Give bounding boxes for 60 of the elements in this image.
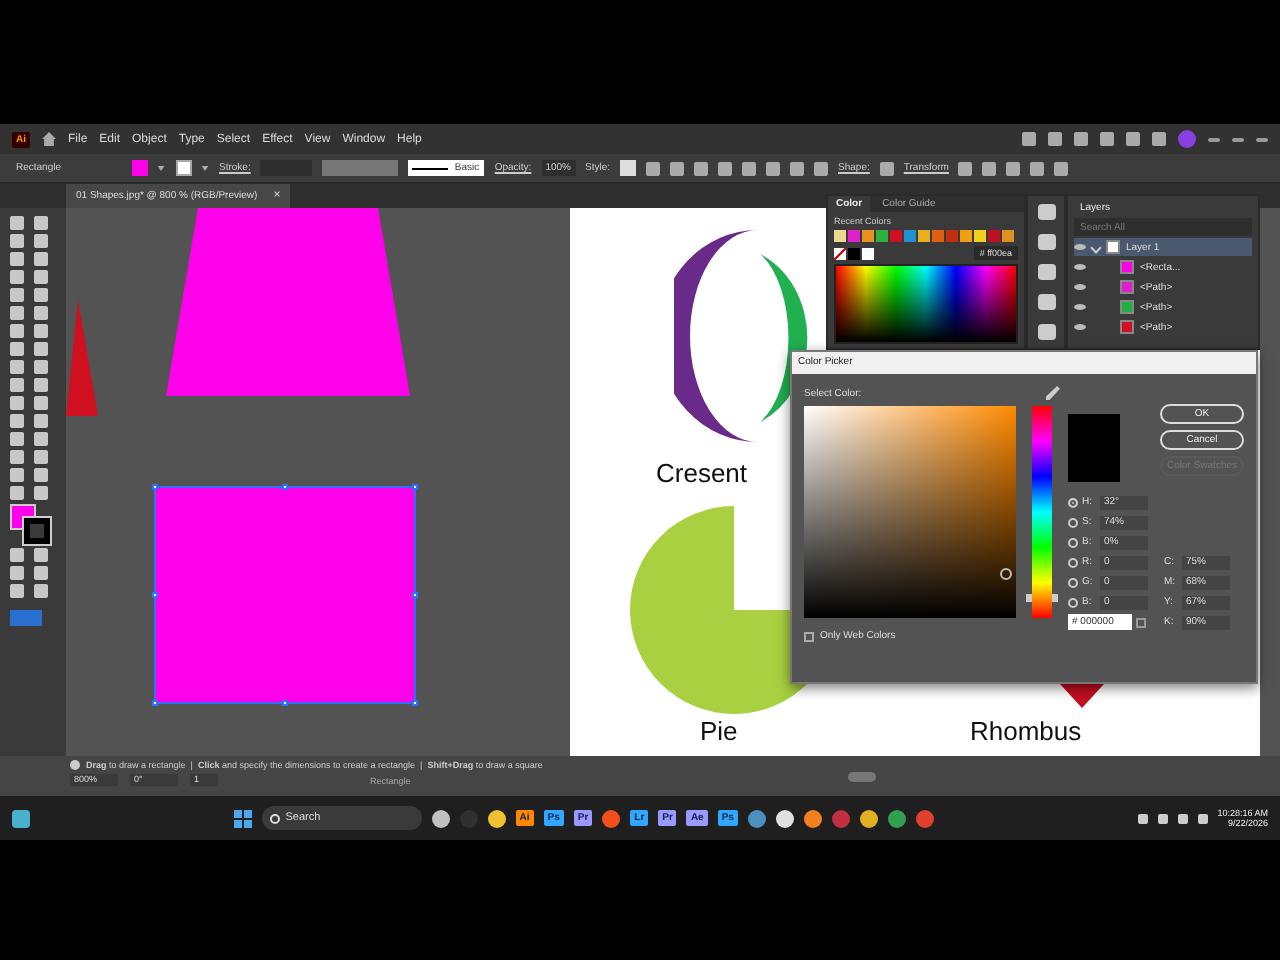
color-swatch[interactable] (918, 230, 930, 242)
radio-button[interactable] (1068, 557, 1078, 567)
checkbox[interactable] (804, 631, 814, 641)
radio-button[interactable] (1068, 537, 1078, 547)
color-swatch[interactable] (904, 230, 916, 242)
color-swatch[interactable] (1002, 230, 1014, 242)
copy-icon[interactable] (1136, 617, 1146, 627)
caret-icon[interactable] (157, 165, 166, 171)
scrollbar-thumb[interactable] (848, 772, 876, 782)
app-icon[interactable] (431, 809, 450, 827)
color-swatch[interactable] (974, 230, 986, 242)
eye-icon[interactable] (1074, 264, 1086, 270)
eye-icon[interactable] (1074, 304, 1086, 310)
variable-width-field[interactable] (322, 160, 399, 176)
brush-line-icon (412, 167, 449, 169)
color-swatch[interactable] (946, 230, 958, 242)
radio-button[interactable] (1068, 517, 1078, 527)
app-icon[interactable] (487, 809, 506, 827)
help-icon[interactable] (70, 760, 80, 770)
color-spectrum[interactable] (834, 264, 1018, 344)
weather-icon[interactable] (12, 809, 30, 827)
color-swatch[interactable] (932, 230, 944, 242)
triangle-shape (66, 300, 98, 416)
stroke-swatch[interactable] (175, 160, 192, 176)
color-swatch[interactable] (890, 230, 902, 242)
color-swatch[interactable] (862, 247, 874, 259)
color-swatch[interactable] (848, 247, 860, 259)
color-swatch[interactable] (848, 230, 860, 242)
color-swatch[interactable] (960, 230, 972, 242)
none-swatch[interactable] (834, 247, 846, 259)
radio-button[interactable] (1068, 597, 1078, 607)
color-swatch[interactable] (988, 230, 1000, 242)
layer-thumbnail (1106, 240, 1120, 254)
app-icon[interactable] (859, 809, 878, 827)
minimize-icon[interactable] (1208, 137, 1220, 141)
radio-button[interactable] (1068, 497, 1078, 507)
shape-label: Cresent (656, 458, 748, 488)
start-icon[interactable] (233, 809, 252, 827)
avatar-icon[interactable] (1178, 130, 1196, 148)
shape-label: Pie (700, 716, 738, 746)
color-preview (1068, 414, 1120, 482)
stroke-swatch[interactable] (24, 518, 50, 544)
shape-label: Rhombus (970, 716, 1082, 746)
eye-icon[interactable] (1074, 244, 1086, 250)
color-swatch[interactable] (876, 230, 888, 242)
eye-icon[interactable] (1074, 324, 1086, 330)
eyedropper-icon[interactable] (1046, 386, 1060, 400)
caret-icon[interactable] (201, 165, 210, 171)
home-icon[interactable] (42, 132, 56, 146)
color-field[interactable] (804, 406, 1016, 618)
radio-button[interactable] (1068, 577, 1078, 587)
color-swatch[interactable] (834, 230, 846, 242)
app-icon[interactable] (803, 809, 822, 827)
style-swatch[interactable] (620, 160, 637, 176)
selected-rectangle[interactable] (154, 486, 416, 704)
app-icon[interactable] (775, 809, 794, 827)
eye-icon[interactable] (1074, 284, 1086, 290)
fill-swatch[interactable] (131, 160, 148, 176)
hue-slider-thumb[interactable] (1026, 594, 1058, 603)
color-swatch[interactable] (862, 230, 874, 242)
